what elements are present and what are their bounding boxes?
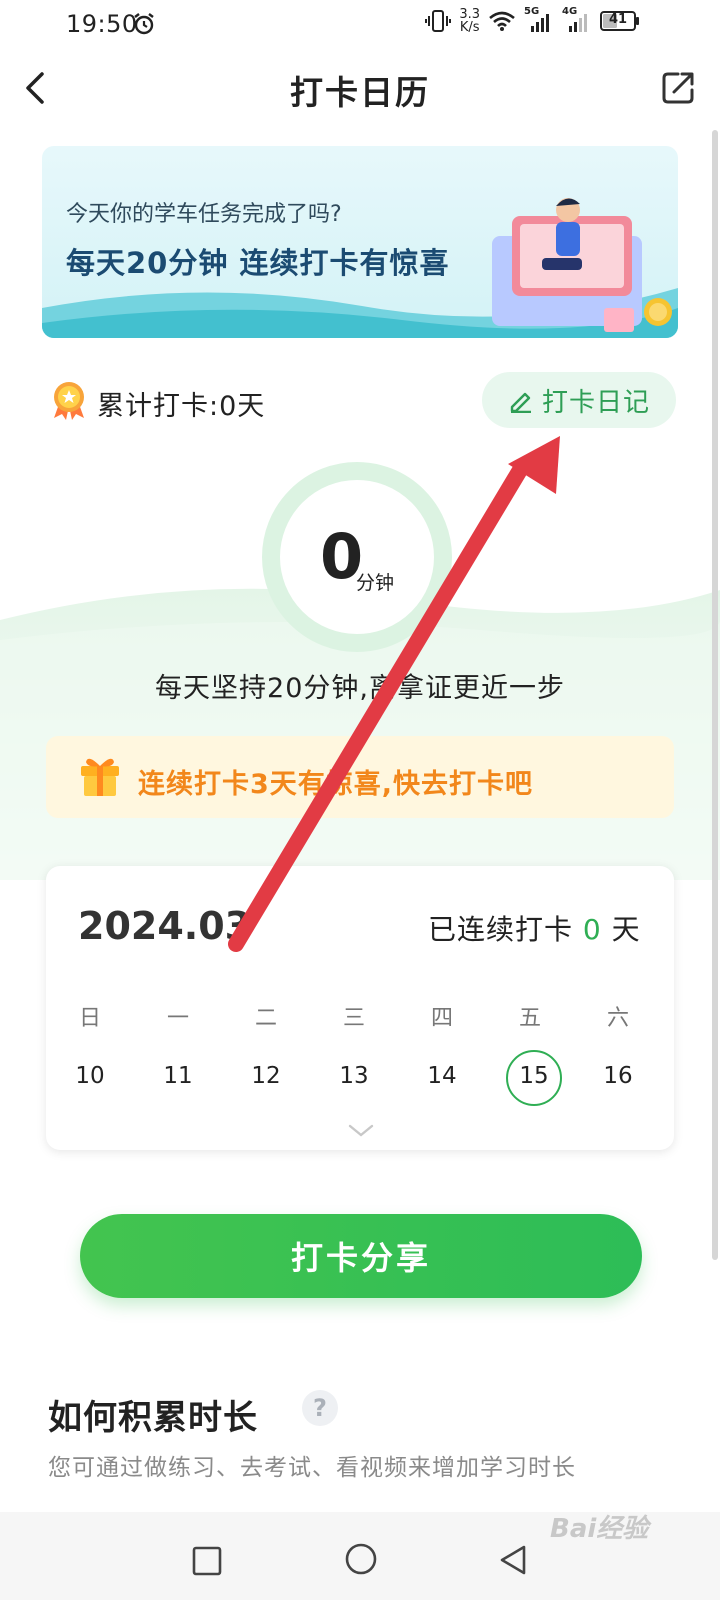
banner-question: 今天你的学车任务完成了吗? [66,202,342,227]
section-subtitle: 您可通过做练习、去考试、看视频来增加学习时长 [48,1455,576,1481]
streak-prefix: 已连续打卡 [428,913,574,946]
home-icon[interactable] [344,1542,378,1576]
weekday-label: 五 [518,1006,541,1031]
hero-banner[interactable]: 今天你的学车任务完成了吗? 每天20分钟 连续打卡有惊喜 [42,146,678,338]
weekday-label: 三 [342,1006,365,1031]
weekday-label: 日 [78,1006,101,1031]
calendar-day[interactable]: 16 [588,1063,648,1089]
weekday-label: 六 [606,1006,629,1031]
scrollbar[interactable] [712,130,718,1260]
weekday-label: 一 [166,1006,189,1031]
promo-text: 连续打卡3天有惊喜,快去打卡吧 [138,769,534,800]
edit-icon [510,392,531,413]
streak-value: 0 [582,913,602,946]
gift-icon [81,758,119,796]
diary-button-label: 打卡日记 [541,387,650,418]
alarm-icon [134,13,154,35]
battery-level: 41 [608,12,628,27]
signal-2: 4G [562,6,592,32]
checkin-diary-button[interactable]: 打卡日记 [482,372,676,428]
net-speed: 3.3 K/s [459,8,480,34]
calendar-day[interactable]: 10 [60,1063,120,1089]
page-title: 打卡日历 [290,73,430,112]
wifi-icon [489,11,515,31]
signal-icon [569,14,587,32]
streak-text: 已连续打卡 0 天 [428,908,641,948]
net-speed-unit: K/s [459,20,480,35]
section-title: 如何积累时长 [48,1398,258,1438]
medal-icon [54,382,84,420]
calendar-month: 2024.03 [78,904,252,948]
weekday-label: 四 [430,1006,453,1031]
calendar-day[interactable]: 14 [412,1063,472,1089]
motto-text: 每天坚持20分钟,离拿证更近一步 [155,673,565,704]
streak-suffix: 天 [611,913,641,946]
status-icons: 3.3 K/s 5G 4G 41 [425,6,640,34]
help-icon[interactable]: ? [302,1390,338,1426]
watermark-logo: Bai经验 [550,1514,649,1544]
chevron-down-icon[interactable] [348,1124,374,1138]
signal-icon [531,14,549,32]
student-illustration [492,198,672,332]
checkin-share-button[interactable]: 打卡分享 [80,1214,642,1298]
share-icon[interactable] [660,70,696,106]
minutes-unit: 分钟 [356,572,395,594]
weekday-label: 二 [254,1006,277,1031]
calendar-day[interactable]: 13 [324,1063,384,1089]
battery: 41 [600,10,640,32]
recent-apps-icon[interactable] [192,1546,222,1576]
banner-headline: 每天20分钟 连续打卡有惊喜 [66,246,450,280]
signal-1: 5G [524,6,554,32]
status-time: 19:50 [66,10,138,38]
calendar-day[interactable]: 12 [236,1063,296,1089]
back-triangle-icon[interactable] [498,1544,528,1576]
total-checkin: 累计打卡:0天 [97,391,266,422]
calendar-day[interactable]: 11 [148,1063,208,1089]
calendar-day-today[interactable]: 15 [504,1063,564,1089]
vibrate-icon [425,10,452,32]
